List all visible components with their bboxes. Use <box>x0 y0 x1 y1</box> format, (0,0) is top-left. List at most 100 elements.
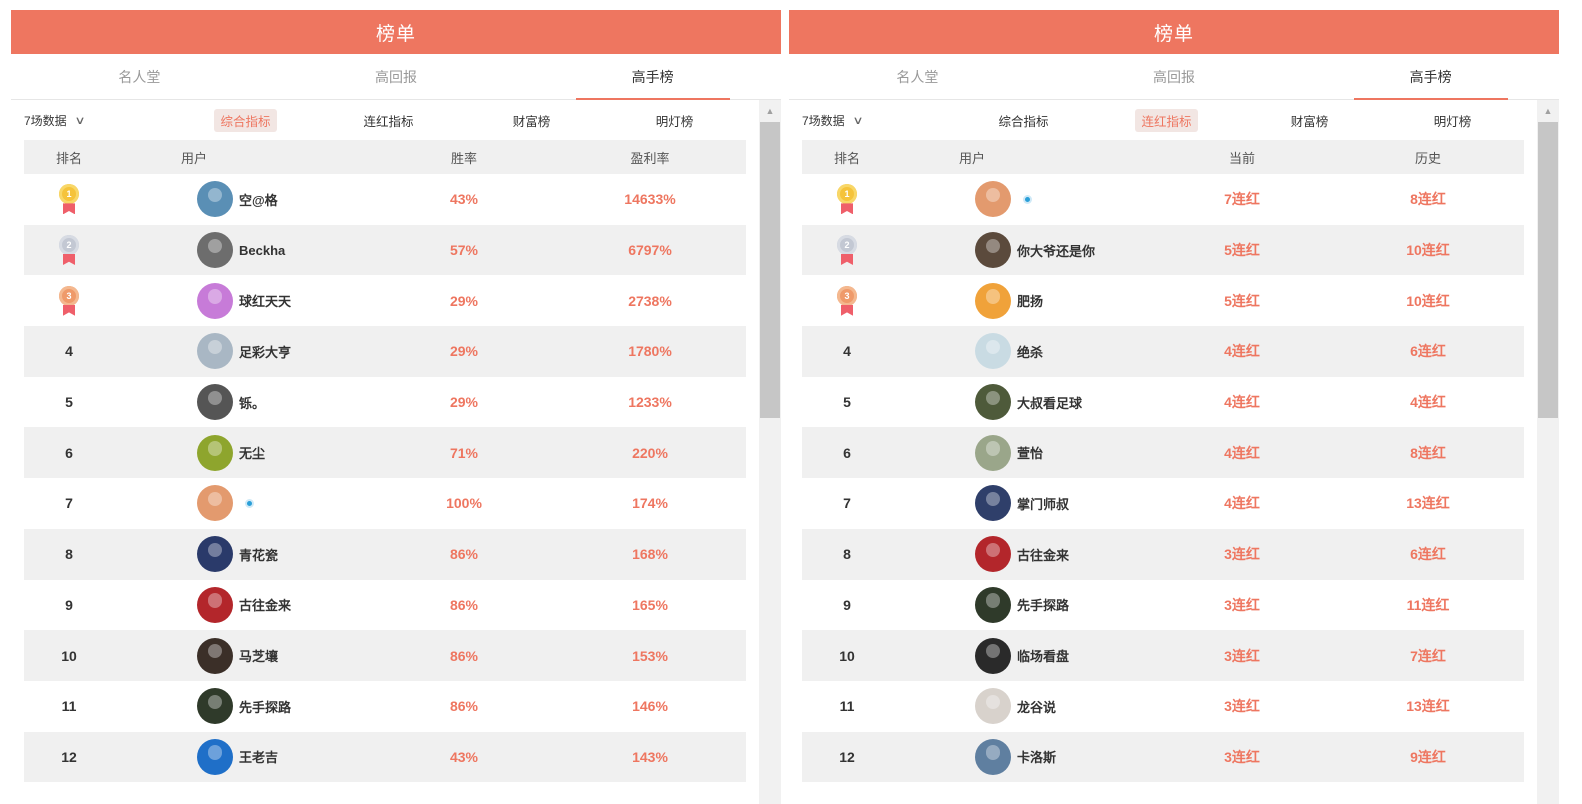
avatar[interactable] <box>975 637 1011 674</box>
user-cell[interactable]: 王老吉 <box>114 738 374 775</box>
avatar[interactable] <box>197 688 233 725</box>
tab-2[interactable]: 高手榜 <box>524 54 781 99</box>
avatar[interactable] <box>197 232 233 269</box>
avatar[interactable] <box>975 384 1011 421</box>
user-name[interactable]: 掌门师叔 <box>1017 494 1069 513</box>
user-cell[interactable]: 无尘 <box>114 434 374 471</box>
user-name[interactable]: 马芝壤 <box>239 646 278 665</box>
user-name[interactable]: 古往金来 <box>239 595 291 614</box>
avatar[interactable] <box>975 434 1011 471</box>
user-cell[interactable]: 青花瓷 <box>114 536 374 573</box>
table-row[interactable]: 10 马芝壤 86% 153% <box>24 630 746 681</box>
table-row[interactable]: 7 100% 174% <box>24 478 746 529</box>
table-row[interactable]: 1 7连红 8连红 <box>802 174 1524 225</box>
user-name[interactable]: 足彩大亨 <box>239 342 291 361</box>
user-name[interactable]: 萱怡 <box>1017 443 1043 462</box>
table-row[interactable]: 3 肥扬 5连红 10连红 <box>802 275 1524 326</box>
user-name[interactable]: 龙谷说 <box>1017 697 1056 716</box>
user-cell[interactable]: 古往金来 <box>114 586 374 623</box>
table-row[interactable]: 12 卡洛斯 3连红 9连红 <box>802 731 1524 783</box>
avatar[interactable] <box>975 282 1011 319</box>
user-name[interactable]: 古往金来 <box>1017 545 1069 564</box>
avatar[interactable] <box>975 181 1011 218</box>
tab-0[interactable]: 名人堂 <box>789 54 1046 99</box>
avatar[interactable] <box>197 637 233 674</box>
scrollbar[interactable]: ▲ <box>759 100 781 804</box>
tab-1[interactable]: 高回报 <box>1046 54 1303 99</box>
user-cell[interactable]: 铄。 <box>114 384 374 421</box>
table-row[interactable]: 5 铄。 29% 1233% <box>24 377 746 428</box>
user-name[interactable]: 肥扬 <box>1017 291 1043 310</box>
filter-option-1[interactable]: 连红指标 <box>1095 108 1238 132</box>
avatar[interactable] <box>975 738 1011 775</box>
avatar[interactable] <box>197 536 233 573</box>
avatar[interactable] <box>197 282 233 319</box>
user-name[interactable]: 青花瓷 <box>239 545 278 564</box>
avatar[interactable] <box>975 485 1011 522</box>
filter-option-2[interactable]: 财富榜 <box>460 109 603 132</box>
scroll-up-arrow-icon[interactable]: ▲ <box>759 104 781 118</box>
user-cell[interactable]: 你大爷还是你 <box>892 232 1152 269</box>
avatar[interactable] <box>975 232 1011 269</box>
match-count-select[interactable]: 7场数据 ∨ <box>802 112 952 129</box>
scrollbar-thumb[interactable] <box>1538 122 1558 418</box>
user-name[interactable]: 王老吉 <box>239 747 278 766</box>
tab-2[interactable]: 高手榜 <box>1302 54 1559 99</box>
avatar[interactable] <box>975 536 1011 573</box>
user-name[interactable]: Beckha <box>239 243 285 258</box>
user-cell[interactable]: 马芝壤 <box>114 637 374 674</box>
table-row[interactable]: 4 绝杀 4连红 6连红 <box>802 326 1524 377</box>
tab-0[interactable]: 名人堂 <box>11 54 268 99</box>
table-row[interactable]: 6 萱怡 4连红 8连红 <box>802 427 1524 479</box>
table-row[interactable]: 7 掌门师叔 4连红 13连红 <box>802 478 1524 529</box>
user-name[interactable]: 你大爷还是你 <box>1017 241 1095 260</box>
avatar[interactable] <box>975 333 1011 370</box>
user-cell[interactable]: 古往金来 <box>892 536 1152 573</box>
scrollbar[interactable]: ▲ <box>1537 100 1559 804</box>
user-cell[interactable]: 足彩大亨 <box>114 333 374 370</box>
avatar[interactable] <box>197 181 233 218</box>
filter-option-1[interactable]: 连红指标 <box>317 109 460 132</box>
user-cell[interactable]: 先手探路 <box>892 586 1152 623</box>
avatar[interactable] <box>197 485 233 522</box>
table-row[interactable]: 4 足彩大亨 29% 1780% <box>24 326 746 377</box>
table-row[interactable]: 11 先手探路 86% 146% <box>24 681 746 732</box>
table-row[interactable]: 1 空@格 43% 14633% <box>24 174 746 225</box>
user-cell[interactable] <box>892 181 1152 218</box>
filter-option-3[interactable]: 明灯榜 <box>1381 109 1524 132</box>
table-row[interactable]: 9 先手探路 3连红 11连红 <box>802 580 1524 631</box>
table-row[interactable]: 9 古往金来 86% 165% <box>24 580 746 631</box>
user-cell[interactable]: 先手探路 <box>114 688 374 725</box>
table-row[interactable]: 11 龙谷说 3连红 13连红 <box>802 681 1524 732</box>
user-cell[interactable] <box>114 485 374 522</box>
table-row[interactable]: 10 临场看盘 3连红 7连红 <box>802 630 1524 681</box>
user-name[interactable]: 绝杀 <box>1017 342 1043 361</box>
user-cell[interactable]: Beckha <box>114 232 374 269</box>
avatar[interactable] <box>197 384 233 421</box>
user-cell[interactable]: 球红天天 <box>114 282 374 319</box>
user-name[interactable]: 大叔看足球 <box>1017 393 1082 412</box>
user-name[interactable]: 空@格 <box>239 190 278 209</box>
scroll-up-arrow-icon[interactable]: ▲ <box>1537 104 1559 118</box>
user-name[interactable]: 无尘 <box>239 443 265 462</box>
avatar[interactable] <box>197 333 233 370</box>
user-cell[interactable]: 绝杀 <box>892 333 1152 370</box>
table-row[interactable]: 2 你大爷还是你 5连红 10连红 <box>802 224 1524 276</box>
user-name[interactable]: 铄。 <box>239 393 265 412</box>
user-cell[interactable]: 掌门师叔 <box>892 485 1152 522</box>
user-name[interactable]: 先手探路 <box>239 697 291 716</box>
scrollbar-thumb[interactable] <box>760 122 780 418</box>
filter-option-0[interactable]: 综合指标 <box>174 108 317 132</box>
avatar[interactable] <box>197 738 233 775</box>
filter-option-2[interactable]: 财富榜 <box>1238 109 1381 132</box>
table-row[interactable]: 8 青花瓷 86% 168% <box>24 528 746 580</box>
user-cell[interactable]: 龙谷说 <box>892 688 1152 725</box>
user-name[interactable]: 卡洛斯 <box>1017 747 1056 766</box>
tab-1[interactable]: 高回报 <box>268 54 525 99</box>
table-row[interactable]: 12 王老吉 43% 143% <box>24 731 746 783</box>
filter-option-3[interactable]: 明灯榜 <box>603 109 746 132</box>
user-name[interactable]: 先手探路 <box>1017 595 1069 614</box>
user-cell[interactable]: 大叔看足球 <box>892 384 1152 421</box>
avatar[interactable] <box>975 586 1011 623</box>
user-cell[interactable]: 空@格 <box>114 181 374 218</box>
